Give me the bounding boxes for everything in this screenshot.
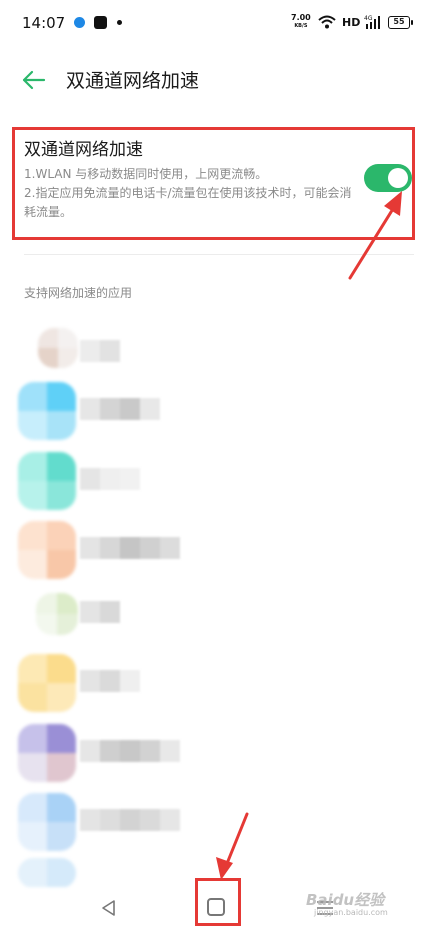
app-name: [80, 601, 120, 623]
app-icon: [18, 382, 76, 440]
app-icon: [18, 724, 76, 782]
status-bar: 14:07 7.00 KB/S HD 4G 55: [0, 0, 437, 46]
app-list-item: [18, 858, 218, 916]
hd-label: HD: [342, 16, 361, 29]
app-name: [80, 537, 180, 559]
app-icon: [18, 521, 76, 579]
app-name: [80, 809, 180, 831]
tiktok-icon: [94, 16, 107, 29]
annotation-highlight-box: [195, 878, 241, 926]
battery-indicator: 55: [388, 16, 413, 29]
notification-dot: [117, 20, 122, 25]
status-time: 14:07: [22, 14, 66, 32]
signal-icon: 4G: [364, 15, 380, 29]
app-name: [80, 398, 160, 420]
svg-text:4G: 4G: [364, 15, 373, 22]
feature-desc-line2: 2.指定应用免流量的电话卡/流量包在使用该技术时，可能会消耗流量。: [24, 186, 352, 219]
app-name: [80, 340, 120, 362]
section-header: 支持网络加速的应用: [24, 286, 133, 300]
nav-back-icon[interactable]: [100, 899, 118, 917]
app-name: [80, 468, 140, 490]
net-speed: 7.00 KB/S: [291, 13, 311, 30]
app-name: [80, 670, 140, 692]
app-icon: [38, 328, 78, 368]
app-icon: [18, 793, 76, 851]
page-title: 双通道网络加速: [66, 70, 200, 92]
app-icon: [18, 858, 76, 888]
app-icon: [36, 593, 78, 635]
annotation-arrow-home: [216, 812, 249, 880]
wifi-icon: [318, 15, 336, 29]
app-list-item: [18, 654, 218, 712]
app-list-item: [18, 382, 218, 440]
notification-app-icon: [74, 17, 85, 28]
app-name: [80, 740, 180, 762]
feature-title: 双通道网络加速: [24, 140, 143, 160]
feature-desc-line1: 1.WLAN 与移动数据同时使用，上网更流畅。: [24, 167, 268, 181]
app-list-item: [18, 452, 218, 510]
app-list-item: [18, 521, 218, 579]
watermark-url: jingyan.baidu.com: [314, 908, 388, 917]
dual-channel-toggle[interactable]: [364, 164, 412, 192]
app-list-item: [18, 318, 218, 376]
feature-description: 1.WLAN 与移动数据同时使用，上网更流畅。 2.指定应用免流量的电话卡/流量…: [24, 165, 354, 222]
app-icon: [18, 452, 76, 510]
app-list-item: [18, 793, 218, 851]
divider: [24, 254, 414, 255]
watermark-logo: Baidu经验: [306, 891, 385, 909]
app-list-item: [18, 585, 218, 643]
toggle-knob: [388, 168, 408, 188]
app-icon: [18, 654, 76, 712]
back-arrow-icon[interactable]: [20, 66, 48, 94]
app-list-item: [18, 724, 218, 782]
